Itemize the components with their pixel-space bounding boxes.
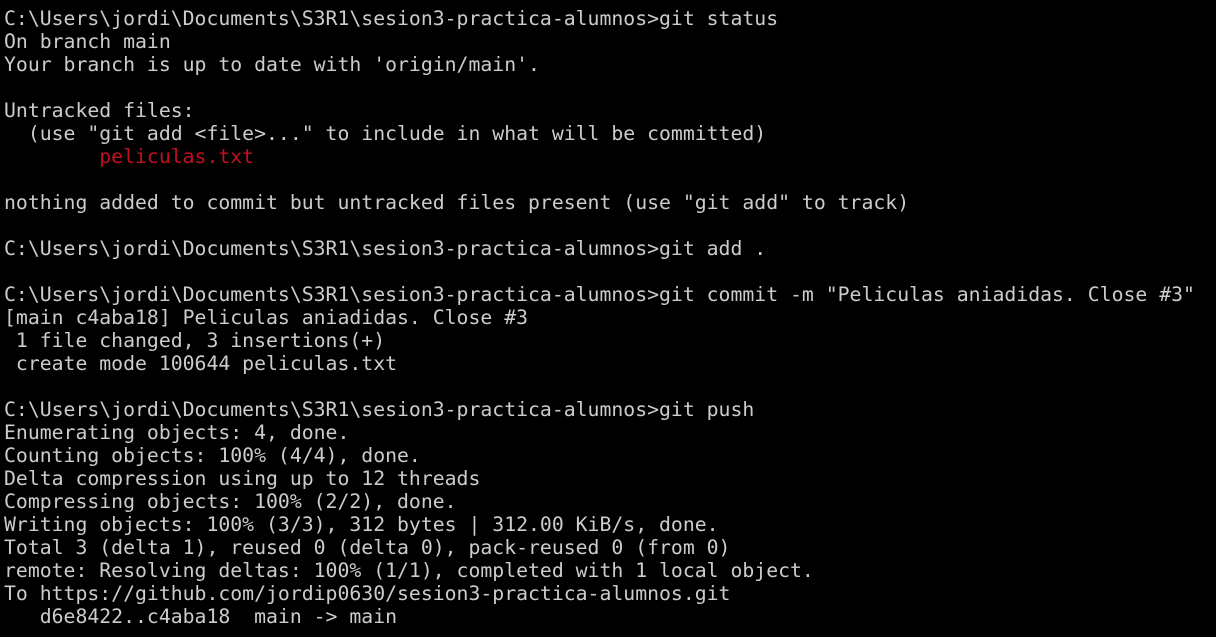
untracked-file-line: peliculas.txt	[4, 145, 255, 168]
output-line: create mode 100644 peliculas.txt	[4, 352, 398, 375]
output-line: [main c4aba18] Peliculas aniadidas. Clos…	[4, 306, 529, 329]
prompt-command-line: C:\Users\jordi\Documents\S3R1\sesion3-pr…	[4, 237, 767, 260]
output-line: nothing added to commit but untracked fi…	[4, 191, 910, 214]
output-line: Delta compression using up to 12 threads	[4, 467, 481, 490]
output-line: To https://github.com/jordip0630/sesion3…	[4, 582, 731, 605]
prompt-command-line: C:\Users\jordi\Documents\S3R1\sesion3-pr…	[4, 283, 1195, 306]
output-line: Enumerating objects: 4, done.	[4, 421, 350, 444]
output-line: Your branch is up to date with 'origin/m…	[4, 53, 540, 76]
prompt-command-line: C:\Users\jordi\Documents\S3R1\sesion3-pr…	[4, 398, 755, 421]
output-line: On branch main	[4, 30, 171, 53]
output-line: remote: Resolving deltas: 100% (1/1), co…	[4, 559, 814, 582]
prompt-command-line: C:\Users\jordi\Documents\S3R1\sesion3-pr…	[4, 7, 779, 30]
output-line: Counting objects: 100% (4/4), done.	[4, 444, 421, 467]
output-line: Total 3 (delta 1), reused 0 (delta 0), p…	[4, 536, 731, 559]
output-line: Untracked files:	[4, 99, 195, 122]
output-line: d6e8422..c4aba18 main -> main	[4, 605, 398, 628]
output-line: 1 file changed, 3 insertions(+)	[4, 329, 386, 352]
terminal-output[interactable]: C:\Users\jordi\Documents\S3R1\sesion3-pr…	[4, 7, 1214, 635]
output-line: Writing objects: 100% (3/3), 312 bytes |…	[4, 513, 719, 536]
output-line: (use "git add <file>..." to include in w…	[4, 122, 767, 145]
output-line: Compressing objects: 100% (2/2), done.	[4, 490, 457, 513]
